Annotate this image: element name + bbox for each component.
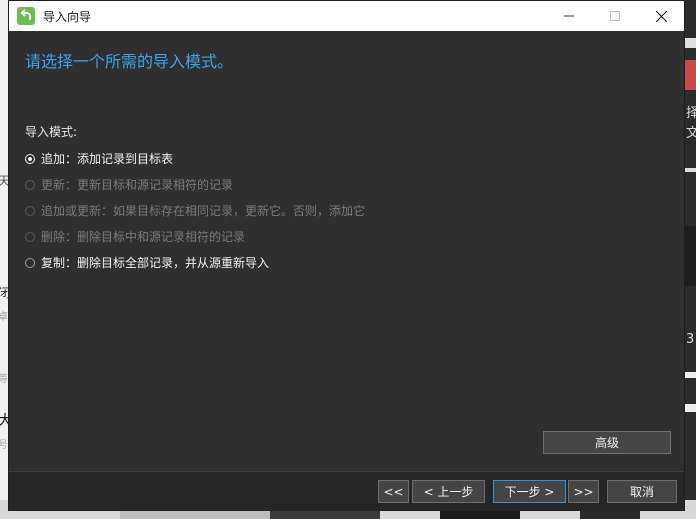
background-block xyxy=(440,510,520,519)
previous-step-button[interactable]: < 上一步 xyxy=(412,480,485,503)
window-title: 导入向导 xyxy=(43,9,92,24)
radio-button xyxy=(25,205,35,216)
background-text: 号 xyxy=(0,440,8,451)
mode-option-append-or-update: 追加或更新：如果目标存在相同记录，更新它。否则，添加它 xyxy=(25,202,365,219)
background-text: 文 xyxy=(686,126,696,141)
background-block xyxy=(685,372,696,378)
screen: 天 闭 卓 等 大 号 可 择 文 3 导入向导 xyxy=(0,0,696,519)
background-text: 卓 xyxy=(0,312,8,323)
minimize-icon xyxy=(564,15,574,17)
mode-option-copy[interactable]: 复制：删除目标全部记录，并从源重新导入 xyxy=(25,254,269,271)
mode-option-label: 追加：添加记录到目标表 xyxy=(41,152,174,166)
radio-button xyxy=(25,231,35,242)
import-mode-label: 导入模式: xyxy=(25,125,78,139)
window-controls xyxy=(546,1,684,31)
background-block xyxy=(120,510,270,519)
mode-option-label: 删除：删除目标中和源记录相符的记录 xyxy=(41,230,246,244)
title-bar[interactable]: 导入向导 xyxy=(9,1,684,31)
import-wizard-dialog: 导入向导 请选择一个所需的导入模式。 导入模式: 追加：添加记录到目标表 更新：… xyxy=(8,0,685,511)
first-step-button[interactable]: << xyxy=(378,480,409,503)
background-block xyxy=(685,404,696,412)
next-step-button[interactable]: 下一步 > xyxy=(493,480,566,503)
maximize-button[interactable] xyxy=(592,1,638,31)
mode-option-update: 更新：更新目标和源记录相符的记录 xyxy=(25,176,233,193)
background-block xyxy=(685,60,696,90)
minimize-button[interactable] xyxy=(546,1,592,31)
cancel-button[interactable]: 取消 xyxy=(607,480,677,503)
mode-option-label: 追加或更新：如果目标存在相同记录，更新它。否则，添加它 xyxy=(41,204,366,218)
close-button[interactable] xyxy=(638,1,684,31)
advanced-button[interactable]: 高级 xyxy=(543,431,671,454)
background-block xyxy=(270,510,380,519)
import-wizard-icon xyxy=(17,7,35,25)
mode-option-label: 更新：更新目标和源记录相符的记录 xyxy=(41,178,234,192)
mode-option-delete: 删除：删除目标中和源记录相符的记录 xyxy=(25,228,245,245)
background-text: 择 xyxy=(686,106,696,121)
close-icon xyxy=(655,10,667,22)
last-step-button[interactable]: >> xyxy=(568,480,599,503)
radio-button[interactable] xyxy=(25,257,35,268)
mode-option-append[interactable]: 追加：添加记录到目标表 xyxy=(25,150,173,167)
wizard-heading: 请选择一个所需的导入模式。 xyxy=(25,52,234,71)
radio-button[interactable] xyxy=(25,153,35,164)
radio-button xyxy=(25,179,35,190)
background-block xyxy=(685,226,696,286)
background-text: 等 xyxy=(0,374,8,385)
background-block xyxy=(685,168,696,172)
mode-option-label: 复制：删除目标全部记录，并从源重新导入 xyxy=(41,256,270,270)
background-block xyxy=(580,510,640,519)
maximize-icon xyxy=(610,11,620,21)
background-block xyxy=(685,38,696,48)
background-text: 3 xyxy=(686,332,695,347)
